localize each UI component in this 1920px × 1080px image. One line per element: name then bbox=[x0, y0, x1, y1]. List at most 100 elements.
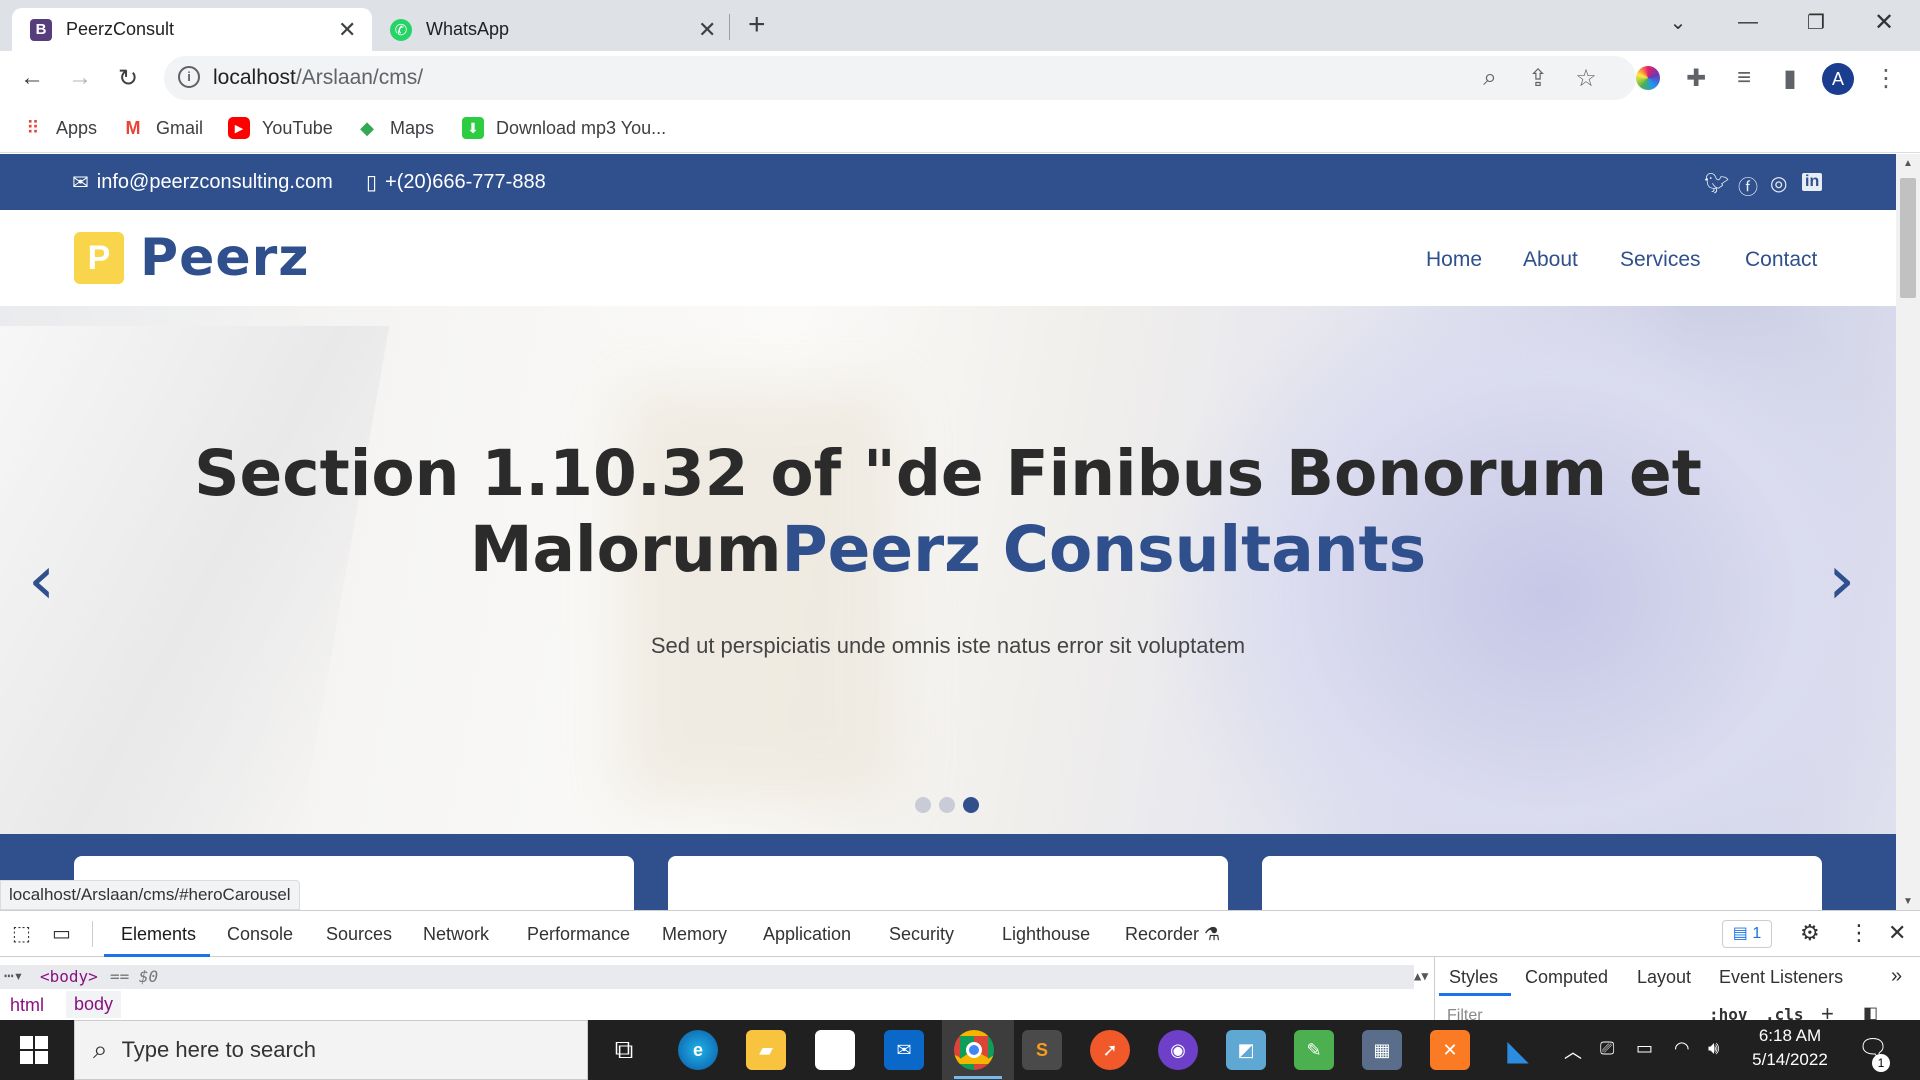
tab-event-listeners[interactable]: Event Listeners bbox=[1719, 967, 1843, 988]
tab-security[interactable]: Security bbox=[889, 924, 954, 945]
share-icon[interactable]: ⇪ bbox=[1520, 60, 1556, 96]
chrome-icon[interactable] bbox=[954, 1030, 994, 1070]
close-devtools-icon[interactable]: ✕ bbox=[1888, 920, 1906, 946]
tab-recorder[interactable]: Recorder bbox=[1125, 924, 1199, 945]
bookmark-star-icon[interactable]: ☆ bbox=[1568, 60, 1604, 96]
nav-services[interactable]: Services bbox=[1620, 248, 1701, 272]
tab-search-icon[interactable]: ⌄ bbox=[1648, 0, 1708, 44]
tab-console[interactable]: Console bbox=[227, 924, 293, 945]
scroll-up-icon[interactable]: ▲ bbox=[1903, 158, 1913, 169]
extensions-puzzle-icon[interactable]: ✚ bbox=[1678, 60, 1714, 96]
carousel-indicator[interactable] bbox=[939, 797, 955, 813]
task-view-icon[interactable]: ⧉ bbox=[604, 1030, 644, 1070]
page-scrollbar[interactable]: ▲ ▼ bbox=[1896, 154, 1920, 910]
url-text[interactable]: localhost/Arslaan/cms/ bbox=[213, 66, 423, 90]
tab-network[interactable]: Network bbox=[423, 924, 489, 945]
side-panel-icon[interactable]: ▮ bbox=[1772, 60, 1808, 96]
bookmark-gmail[interactable]: M Gmail bbox=[122, 117, 204, 139]
scrollbar-thumb[interactable] bbox=[1900, 178, 1916, 298]
more-options-icon[interactable]: ⋮ bbox=[1848, 920, 1870, 946]
tab-whatsapp[interactable]: ✆ WhatsApp ✕ bbox=[372, 8, 732, 51]
bookmark-youtube[interactable]: ▶ YouTube bbox=[228, 117, 333, 139]
tab-styles[interactable]: Styles bbox=[1449, 967, 1498, 988]
scroll-down-icon[interactable]: ▼ bbox=[1903, 896, 1913, 907]
taskbar-search-box[interactable]: ⌕ Type here to search bbox=[74, 1020, 588, 1080]
mysql-dolphin-icon[interactable]: ◣ bbox=[1498, 1030, 1538, 1070]
tab-performance[interactable]: Performance bbox=[527, 924, 630, 945]
edge-icon[interactable]: e bbox=[678, 1030, 718, 1070]
site-info-icon[interactable]: i bbox=[178, 66, 200, 88]
color-extension-icon[interactable] bbox=[1636, 66, 1660, 90]
new-tab-icon[interactable]: + bbox=[748, 8, 766, 42]
volume-icon[interactable]: 🔊︎ bbox=[1708, 1038, 1719, 1059]
close-window-icon[interactable]: ✕ bbox=[1854, 0, 1914, 44]
logo-mark-icon[interactable]: P bbox=[74, 232, 124, 284]
tray-expand-icon[interactable]: ︿ bbox=[1564, 1038, 1582, 1064]
calculator-icon[interactable]: ▦ bbox=[1362, 1030, 1402, 1070]
linkedin-icon[interactable]: in bbox=[1802, 173, 1823, 191]
tab-memory[interactable]: Memory bbox=[662, 924, 727, 945]
body-node[interactable]: <body> bbox=[40, 967, 98, 986]
restore-icon[interactable]: ❐ bbox=[1786, 0, 1846, 44]
github-desktop-icon[interactable]: ◉ bbox=[1158, 1030, 1198, 1070]
tab-elements[interactable]: Elements bbox=[121, 924, 196, 945]
carousel-indicator[interactable] bbox=[915, 797, 931, 813]
wifi-icon[interactable]: ◠ bbox=[1674, 1038, 1690, 1059]
xampp-icon[interactable]: ✕ bbox=[1430, 1030, 1470, 1070]
app-icon[interactable]: ◩ bbox=[1226, 1030, 1266, 1070]
nav-about[interactable]: About bbox=[1523, 248, 1578, 272]
tab-application[interactable]: Application bbox=[763, 924, 851, 945]
selected-node-row[interactable] bbox=[0, 965, 1414, 989]
tab-layout[interactable]: Layout bbox=[1637, 967, 1691, 988]
tab-sources[interactable]: Sources bbox=[326, 924, 392, 945]
more-tabs-chevron-icon[interactable]: » bbox=[1891, 965, 1902, 988]
back-icon[interactable]: ← bbox=[14, 60, 50, 96]
tab-lighthouse[interactable]: Lighthouse bbox=[1002, 924, 1090, 945]
tab-peerzconsult[interactable]: B PeerzConsult ✕ bbox=[12, 8, 372, 51]
bookmark-label: Apps bbox=[56, 117, 98, 138]
nav-home[interactable]: Home bbox=[1426, 248, 1482, 272]
paint-icon[interactable]: ✎ bbox=[1294, 1030, 1334, 1070]
bookmark-maps[interactable]: ◆ Maps bbox=[356, 117, 434, 139]
clock[interactable]: 6:18 AM 5/14/2022 bbox=[1740, 1026, 1840, 1070]
windows-start-icon[interactable] bbox=[20, 1036, 48, 1064]
email-contact[interactable]: ✉ info@peerzconsulting.com bbox=[72, 170, 333, 195]
mail-icon[interactable]: ✉ bbox=[884, 1030, 924, 1070]
scroll-arrows-icon[interactable]: ▲▼ bbox=[1414, 969, 1428, 983]
breadcrumb-html[interactable]: html bbox=[10, 995, 44, 1016]
expand-triangle-icon[interactable]: ⋯▾ bbox=[4, 966, 23, 985]
forward-icon[interactable]: → bbox=[62, 60, 98, 96]
device-toolbar-icon[interactable]: ▭ bbox=[52, 921, 71, 946]
tab-computed[interactable]: Computed bbox=[1525, 967, 1608, 988]
logo-text[interactable]: Peerz bbox=[140, 228, 310, 288]
facebook-icon[interactable]: ⓕ bbox=[1738, 171, 1758, 200]
carousel-indicator-active[interactable] bbox=[963, 797, 979, 813]
twitter-icon[interactable]: 🐦︎ bbox=[1704, 171, 1729, 196]
media-controls-icon[interactable]: ≡ bbox=[1726, 60, 1762, 96]
reload-icon[interactable]: ↻ bbox=[110, 60, 146, 96]
carousel-next-icon[interactable]: › bbox=[1828, 541, 1855, 620]
settings-gear-icon[interactable]: ⚙ bbox=[1800, 920, 1820, 946]
sublime-text-icon[interactable]: S bbox=[1022, 1030, 1062, 1070]
ms-store-icon[interactable] bbox=[815, 1030, 855, 1070]
bookmark-download-mp3[interactable]: ⬇ Download mp3 You... bbox=[462, 117, 666, 139]
phone-contact[interactable]: ▯ +(20)666-777-888 bbox=[366, 170, 546, 195]
inspect-element-icon[interactable]: ⬚ bbox=[12, 921, 31, 946]
postman-icon[interactable]: ➚ bbox=[1090, 1030, 1130, 1070]
bookmark-apps[interactable]: ⠿ Apps bbox=[22, 117, 97, 139]
close-tab-icon[interactable]: ✕ bbox=[698, 17, 716, 43]
minimize-icon[interactable]: — bbox=[1718, 0, 1778, 44]
carousel-prev-icon[interactable]: ‹ bbox=[28, 541, 55, 620]
issues-badge[interactable]: ▤ 1 bbox=[1722, 920, 1772, 948]
menu-kebab-icon[interactable]: ⋮ bbox=[1868, 60, 1904, 96]
breadcrumb-body[interactable]: body bbox=[66, 991, 122, 1018]
file-explorer-icon[interactable]: ▰ bbox=[746, 1030, 786, 1070]
close-tab-icon[interactable]: ✕ bbox=[338, 17, 356, 43]
instagram-icon[interactable]: ◎ bbox=[1770, 171, 1787, 196]
profile-avatar[interactable]: A bbox=[1822, 63, 1854, 95]
zoom-icon[interactable]: ⌕ bbox=[1472, 60, 1508, 96]
battery-icon[interactable]: ▭ bbox=[1636, 1038, 1653, 1059]
bookmark-label: Maps bbox=[390, 117, 435, 138]
device-icon[interactable]: ⎚ bbox=[1600, 1038, 1614, 1059]
nav-contact[interactable]: Contact bbox=[1745, 248, 1817, 272]
